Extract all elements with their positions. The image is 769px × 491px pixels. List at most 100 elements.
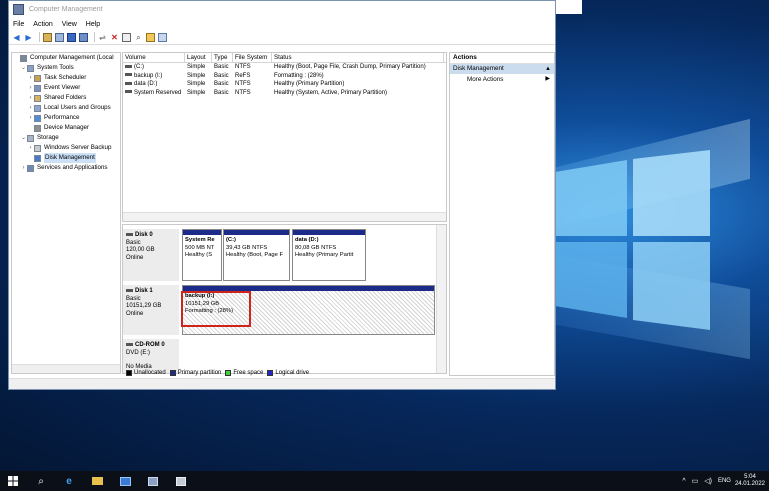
table-row[interactable]: backup (I:) Simple Basic ReFS Formatting : (… bbox=[123, 72, 446, 81]
disk-0-size: 120,00 GB bbox=[126, 247, 155, 253]
tree-item[interactable]: ⌄ System Tools bbox=[12, 63, 120, 73]
table-row[interactable]: data (D:) Simple Basic NTFS Healthy (Primary… bbox=[123, 80, 446, 89]
disk-0-name: Disk 0 bbox=[135, 232, 153, 238]
up-folder-icon[interactable] bbox=[43, 32, 52, 42]
disk-1-type: Basic bbox=[126, 295, 141, 302]
tree-item[interactable]: Computer Management (Local bbox=[12, 53, 120, 63]
volume-cell-text: (C:) bbox=[134, 64, 144, 70]
tree-hscrollbar[interactable] bbox=[12, 364, 120, 373]
forward-arrow-icon[interactable]: ▶ bbox=[24, 33, 33, 42]
file-system-cell-text: NTFS bbox=[235, 89, 251, 96]
tree-item-label: Disk Management bbox=[44, 153, 96, 163]
properties-icon[interactable] bbox=[67, 32, 76, 42]
col-status[interactable]: Status bbox=[272, 53, 444, 62]
chevron-up-icon[interactable]: ^ bbox=[682, 478, 685, 485]
menu-action[interactable]: Action bbox=[33, 21, 52, 28]
title-bar[interactable]: Computer Management bbox=[9, 1, 555, 18]
navigation-tree[interactable]: Computer Management (Local ⌄ System Tools ›… bbox=[11, 52, 121, 374]
expand-right-icon[interactable]: › bbox=[27, 113, 34, 123]
volume-cell: System Reserved bbox=[123, 89, 185, 98]
chevron-right-icon: ▶ bbox=[545, 76, 550, 82]
tree-item[interactable]: › Shared Folders bbox=[12, 93, 120, 103]
col-volume[interactable]: Volume bbox=[123, 53, 185, 62]
partition-c[interactable]: (C:) 39,43 GB NTFS Healthy (Boot, Page F bbox=[223, 229, 290, 281]
connect-icon[interactable]: ⇌ bbox=[98, 33, 107, 42]
partition-size: 80,08 GB NTFS bbox=[295, 244, 337, 251]
volume-list[interactable]: Volume Layout Type File System Status (C… bbox=[122, 52, 447, 222]
tree-node-icon bbox=[34, 104, 41, 112]
tree-item[interactable]: › Services and Applications bbox=[12, 163, 120, 173]
disk-view-vscrollbar[interactable] bbox=[436, 225, 446, 373]
input-language[interactable]: ENG bbox=[718, 478, 731, 484]
menu-help[interactable]: Help bbox=[86, 21, 100, 28]
expand-right-icon[interactable]: › bbox=[27, 73, 34, 83]
partition-d[interactable]: data (D:) 80,08 GB NTFS Healthy (Primary… bbox=[292, 229, 366, 281]
partition-system-reserved[interactable]: System Re 500 MB NT Healthy (S bbox=[182, 229, 222, 281]
tree-node-icon bbox=[27, 64, 34, 72]
tree-item-label: Shared Folders bbox=[44, 94, 87, 101]
clock-date: 24.01.2022 bbox=[734, 481, 765, 487]
expand-down-icon[interactable]: ⌄ bbox=[20, 63, 27, 73]
expand-right-icon[interactable]: › bbox=[20, 163, 27, 173]
internet-explorer-icon[interactable]: e bbox=[60, 473, 78, 489]
refresh-icon[interactable] bbox=[158, 32, 167, 42]
clock[interactable]: 5:04 24.01.2022 bbox=[735, 474, 765, 488]
show-hide-tree-icon[interactable] bbox=[55, 32, 64, 42]
disk-tool-taskbar-icon[interactable] bbox=[172, 473, 190, 489]
tree-item[interactable]: › Local Users and Groups bbox=[12, 103, 120, 113]
delete-icon[interactable]: ✕ bbox=[110, 33, 119, 42]
computer-management-taskbar-icon[interactable] bbox=[144, 473, 162, 489]
search-icon[interactable]: ⌕ bbox=[32, 473, 50, 489]
folder-open-icon[interactable] bbox=[146, 32, 155, 42]
col-layout[interactable]: Layout bbox=[185, 53, 212, 62]
tree-item[interactable]: › Performance bbox=[12, 113, 120, 123]
disk-1-info[interactable]: Disk 1 Basic 10151,29 GB Online bbox=[123, 285, 179, 335]
volume-icon[interactable]: ◁) bbox=[704, 477, 712, 485]
expand-right-icon[interactable]: › bbox=[27, 143, 34, 153]
volume-cell-text: System Reserved bbox=[134, 89, 182, 96]
computer-management-window[interactable]: Computer Management File Action View Hel… bbox=[8, 0, 556, 390]
tree-item[interactable]: › Windows Server Backup bbox=[12, 143, 120, 153]
disk-0-info[interactable]: Disk 0 Basic 120,00 GB Online bbox=[123, 229, 179, 281]
search-icon[interactable]: ⌕ bbox=[134, 33, 143, 42]
col-file-system[interactable]: File System bbox=[233, 53, 272, 62]
network-icon[interactable]: ▭ bbox=[692, 477, 699, 485]
expand-right-icon[interactable]: › bbox=[27, 83, 34, 93]
tree-item[interactable]: Device Manager bbox=[12, 123, 120, 133]
highlight-annotation bbox=[181, 291, 251, 327]
table-row[interactable]: (C:) Simple Basic NTFS Healthy (Boot, Page F… bbox=[123, 63, 446, 72]
type-cell-text: Basic bbox=[214, 72, 229, 79]
start-windows-icon[interactable] bbox=[4, 473, 22, 489]
expand-right-icon[interactable]: › bbox=[27, 93, 34, 103]
table-row[interactable]: System Reserved Simple Basic NTFS Healthy (S… bbox=[123, 89, 446, 98]
collapse-up-icon[interactable]: ▲ bbox=[545, 64, 551, 74]
file-explorer-icon[interactable] bbox=[88, 473, 106, 489]
tree-item[interactable]: ⌄ Storage bbox=[12, 133, 120, 143]
disk-1-row[interactable]: Disk 1 Basic 10151,29 GB Online backup (… bbox=[123, 285, 435, 335]
server-manager-icon[interactable] bbox=[116, 473, 134, 489]
expand-right-icon[interactable]: › bbox=[27, 103, 34, 113]
window-title: Computer Management bbox=[29, 6, 103, 13]
expand-down-icon[interactable]: ⌄ bbox=[20, 133, 27, 143]
tree-item[interactable]: Disk Management bbox=[12, 153, 120, 163]
disk-0-row[interactable]: Disk 0 Basic 120,00 GB Online System Re … bbox=[123, 229, 435, 281]
tree-node-icon bbox=[34, 154, 41, 162]
col-type[interactable]: Type bbox=[212, 53, 233, 62]
tree-item-label: Event Viewer bbox=[44, 84, 81, 91]
help-icon[interactable] bbox=[79, 32, 88, 42]
actions-section-disk-management[interactable]: Disk Management ▲ bbox=[450, 64, 554, 74]
partition-size: 39,43 GB NTFS bbox=[226, 244, 268, 251]
more-actions[interactable]: More Actions ▶ bbox=[450, 74, 554, 85]
tree-item[interactable]: › Task Scheduler bbox=[12, 73, 120, 83]
tree-item[interactable]: › Event Viewer bbox=[12, 83, 120, 93]
menu-view[interactable]: View bbox=[62, 21, 77, 28]
partition-name: data (D:) bbox=[295, 237, 319, 243]
disk-graphical-view[interactable]: Disk 0 Basic 120,00 GB Online System Re … bbox=[122, 224, 447, 374]
menu-file[interactable]: File bbox=[13, 21, 24, 28]
system-tray: ^ ▭ ◁) ENG 5:04 24.01.2022 bbox=[682, 471, 765, 491]
volume-list-hscrollbar[interactable] bbox=[123, 212, 446, 221]
file-system-cell: NTFS bbox=[233, 89, 272, 98]
type-cell: Basic bbox=[212, 80, 233, 89]
properties-page-icon[interactable] bbox=[122, 32, 131, 42]
back-arrow-icon[interactable]: ◀ bbox=[12, 33, 21, 42]
